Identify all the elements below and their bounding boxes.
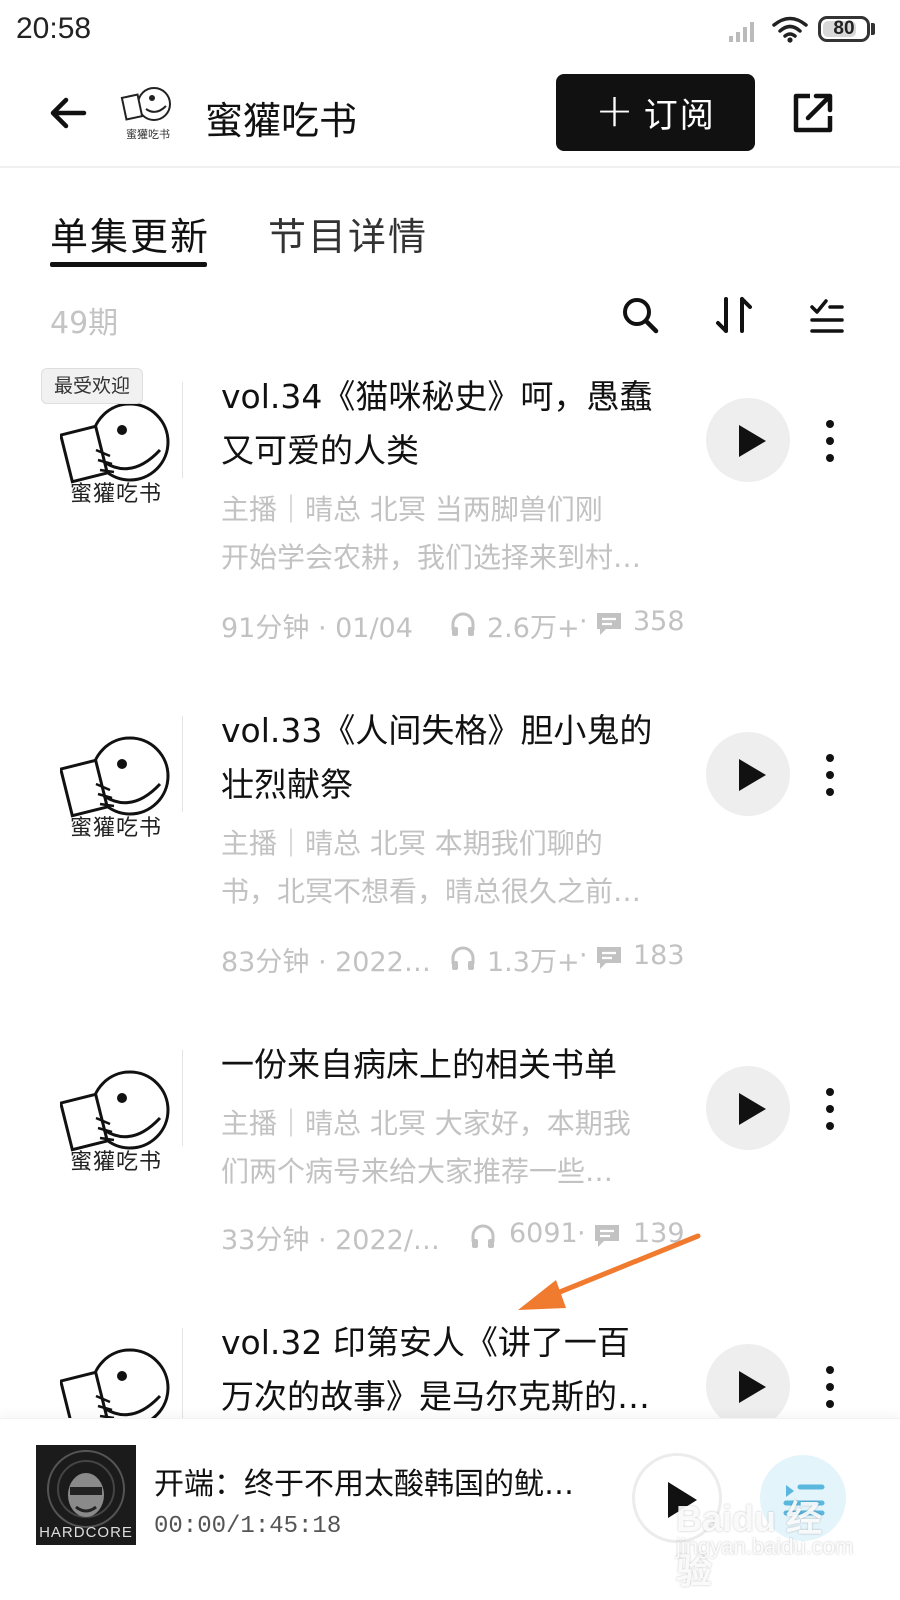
play-button[interactable] (706, 398, 790, 482)
thumbnail-divider (182, 382, 183, 478)
episode-description-line: 主播｜晴总 北冥 本期我们聊的 (221, 827, 603, 860)
most-popular-badge: 最受欢迎 (41, 368, 143, 404)
thumbnail-divider (182, 716, 183, 812)
episode-title-line: vol.32 印第安人《讲了一百 (221, 1323, 630, 1362)
episode-title-line: vol.33《人间失格》胆小鬼的 (221, 711, 653, 750)
episode-title[interactable]: vol.32 印第安人《讲了一百 万次的故事》是马尔克斯的… (221, 1316, 691, 1418)
battery-text: 80 (833, 18, 855, 39)
watermark-url: jingyan.baidu.com (676, 1534, 854, 1559)
play-count: 1.3万+ (487, 947, 580, 978)
thumbnail-divider (182, 1328, 183, 1418)
now-playing-cover[interactable]: HARDCORE (36, 1445, 136, 1545)
episode-item[interactable]: 蜜獾吃书 最受欢迎 vol.34《猫咪秘史》呵，愚蠢 又可爱的人类 主播｜晴总 … (0, 368, 900, 670)
play-icon (739, 1093, 766, 1125)
episode-meta: 83分钟 · 2022… 1.3万+ · 183 (221, 940, 691, 980)
tab-episode-updates[interactable]: 单集更新 (50, 206, 210, 261)
episode-title-line: 一份来自病床上的相关书单 (221, 1045, 617, 1084)
search-icon[interactable] (618, 293, 662, 337)
episode-item[interactable]: 蜜獾吃书 一份来自病床上的相关书单 主播｜晴总 北冥 大家好，本期我 们两个病号… (0, 1038, 900, 1278)
subscribe-button[interactable]: + 订阅 (556, 74, 755, 151)
episode-title[interactable]: vol.33《人间失格》胆小鬼的 壮烈献祭 (221, 704, 691, 812)
play-icon (739, 425, 766, 457)
episode-item[interactable]: vol.32 印第安人《讲了一百 万次的故事》是马尔克斯的… (0, 1316, 900, 1418)
play-button[interactable] (706, 732, 790, 816)
episode-title-line: 万次的故事》是马尔克斯的… (221, 1377, 650, 1416)
signal-icon (729, 22, 754, 42)
now-playing-title[interactable]: 开端：终于不用太酸韩国的鱿… (154, 1459, 594, 1503)
header-bar: 蜜獾吃书 蜜獾吃书 + 订阅 (0, 62, 900, 168)
headphones-icon (451, 612, 475, 636)
tab-program-details[interactable]: 节目详情 (268, 206, 428, 261)
thumbnail-divider (182, 1050, 183, 1146)
episode-description: 主播｜晴总 北冥 当两脚兽们刚 开始学会农耕，我们选择来到村… (221, 486, 691, 582)
play-button[interactable] (706, 1344, 790, 1418)
battery-indicator: 80 (818, 16, 870, 42)
duration-date: 91分钟 · 01/04 (221, 613, 413, 644)
annotation-arrow-icon (518, 1233, 701, 1310)
more-options-icon[interactable] (818, 750, 842, 800)
thumbnail-brand-text: 蜜獾吃书 (69, 482, 162, 507)
episode-description-line: 主播｜晴总 北冥 当两脚兽们刚 (221, 493, 603, 526)
channel-title: 蜜獾吃书 (205, 99, 358, 143)
episode-count: 49期 (50, 306, 119, 341)
battery-cap (871, 23, 875, 35)
episode-title-line: 壮烈献祭 (221, 765, 353, 804)
subscribe-label: 订阅 (643, 96, 716, 136)
episode-thumbnail (60, 1348, 170, 1418)
active-tab-underline (50, 262, 207, 267)
channel-logo-text: 蜜獾吃书 (126, 128, 170, 141)
episode-description-line: 开始学会农耕，我们选择来到村… (221, 541, 642, 574)
comment-count: 358 (633, 606, 685, 637)
meta-separator: · (579, 940, 588, 971)
play-count: 2.6万+ (487, 613, 580, 644)
episode-description-line: 们两个病号来给大家推荐一些… (221, 1155, 614, 1188)
headphones-icon (471, 1224, 495, 1248)
episode-description: 主播｜晴总 北冥 大家好，本期我 们两个病号来给大家推荐一些… (221, 1100, 691, 1196)
episode-meta: 91分钟 · 01/04 2.6万+ · 358 (221, 606, 691, 646)
duration-date: 33分钟 · 2022/… (221, 1225, 440, 1256)
more-options-icon[interactable] (818, 1362, 842, 1412)
baidu-watermark: Baidu 经验 jingyan.baidu.com (676, 1490, 853, 1591)
share-icon[interactable] (788, 88, 838, 138)
sort-icon[interactable] (712, 293, 756, 337)
thumbnail-brand-text: 蜜獾吃书 (69, 1150, 162, 1175)
plus-icon: + (595, 82, 634, 137)
filter-list-icon[interactable] (804, 293, 848, 337)
episode-title[interactable]: 一份来自病床上的相关书单 (221, 1038, 691, 1092)
comment-icon (597, 613, 621, 635)
episode-description: 主播｜晴总 北冥 本期我们聊的 书，北冥不想看，晴总很久之前… (221, 820, 691, 916)
wifi-icon (772, 16, 808, 43)
play-icon (739, 759, 766, 791)
episode-description-line: 书，北冥不想看，晴总很久之前… (221, 875, 642, 908)
status-bar: 20:58 80 (0, 0, 900, 62)
meta-separator: · (579, 606, 588, 637)
play-button[interactable] (706, 1066, 790, 1150)
headphones-icon (451, 946, 475, 970)
more-options-icon[interactable] (818, 416, 842, 466)
more-options-icon[interactable] (818, 1084, 842, 1134)
episode-description-line: 主播｜晴总 北冥 大家好，本期我 (221, 1107, 631, 1140)
back-arrow-icon[interactable] (44, 88, 94, 138)
comment-icon (597, 947, 621, 969)
comment-count: 183 (633, 940, 685, 971)
thumbnail-brand-text: 蜜獾吃书 (69, 816, 162, 841)
play-icon (739, 1371, 766, 1403)
duration-date: 83分钟 · 2022… (221, 947, 431, 978)
cover-text: HARDCORE (39, 1524, 133, 1541)
episode-item[interactable]: 蜜獾吃书 vol.33《人间失格》胆小鬼的 壮烈献祭 主播｜晴总 北冥 本期我们… (0, 704, 900, 1004)
status-time: 20:58 (16, 12, 92, 45)
episode-title[interactable]: vol.34《猫咪秘史》呵，愚蠢 又可爱的人类 (221, 370, 691, 478)
episode-title-line: 又可爱的人类 (221, 431, 419, 470)
now-playing-time: 00:00/1:45:18 (154, 1513, 342, 1540)
episode-title-line: vol.34《猫咪秘史》呵，愚蠢 (221, 377, 653, 416)
